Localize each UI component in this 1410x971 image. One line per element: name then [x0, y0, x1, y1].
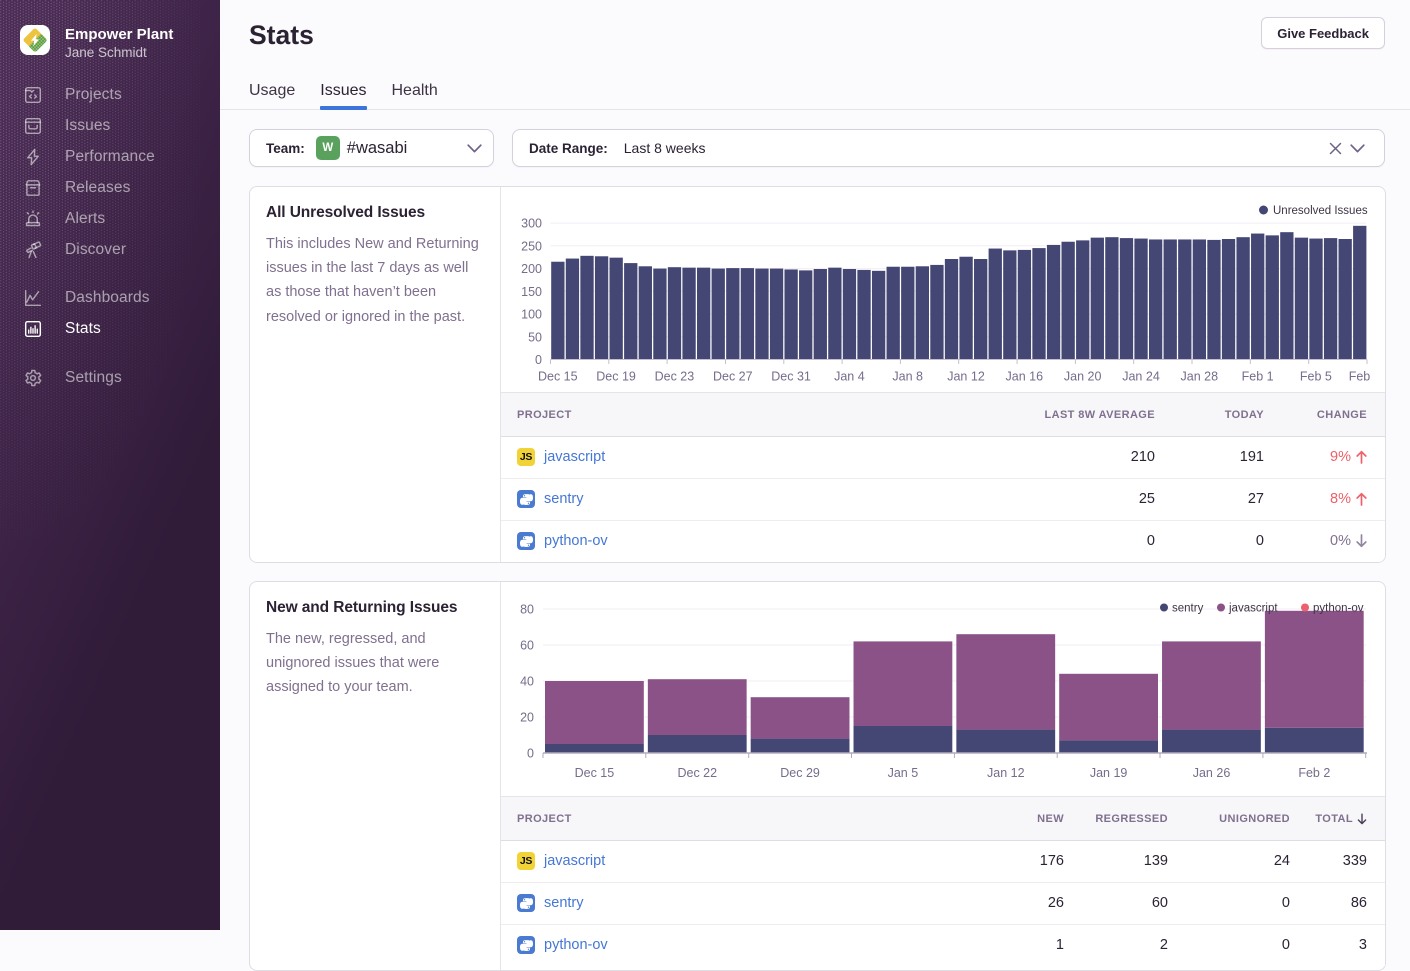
svg-text:60: 60	[520, 639, 534, 653]
svg-text:Jan 28: Jan 28	[1181, 369, 1219, 383]
svg-text:Jan 12: Jan 12	[987, 766, 1025, 780]
svg-text:Jan 4: Jan 4	[834, 369, 865, 383]
svg-text:Dec 29: Dec 29	[780, 766, 820, 780]
svg-text:250: 250	[521, 239, 542, 253]
svg-text:80: 80	[520, 603, 534, 617]
svg-text:Dec 31: Dec 31	[771, 369, 811, 383]
svg-text:Dec 27: Dec 27	[713, 369, 753, 383]
svg-text:300: 300	[521, 217, 542, 231]
svg-text:Dec 19: Dec 19	[596, 369, 636, 383]
svg-text:Jan 26: Jan 26	[1193, 766, 1231, 780]
svg-text:Jan 24: Jan 24	[1122, 369, 1160, 383]
svg-text:Jan 5: Jan 5	[888, 766, 919, 780]
svg-text:javascript: javascript	[1228, 603, 1278, 615]
svg-text:Dec 15: Dec 15	[538, 369, 578, 383]
svg-text:20: 20	[520, 711, 534, 725]
svg-text:Feb 1: Feb 1	[1242, 369, 1274, 383]
svg-text:Feb: Feb	[1349, 369, 1371, 383]
svg-text:0: 0	[535, 353, 542, 367]
svg-text:100: 100	[521, 308, 542, 322]
svg-text:Feb 2: Feb 2	[1298, 766, 1330, 780]
svg-text:Jan 16: Jan 16	[1006, 369, 1044, 383]
svg-text:Dec 23: Dec 23	[655, 369, 695, 383]
svg-text:Dec 15: Dec 15	[575, 766, 615, 780]
svg-text:200: 200	[521, 262, 542, 276]
svg-text:40: 40	[520, 675, 534, 689]
svg-text:Jan 20: Jan 20	[1064, 369, 1102, 383]
svg-text:Jan 12: Jan 12	[947, 369, 985, 383]
svg-text:Unresolved Issues: Unresolved Issues	[1273, 205, 1368, 217]
svg-text:Feb 5: Feb 5	[1300, 369, 1332, 383]
svg-text:sentry: sentry	[1172, 603, 1204, 615]
svg-text:50: 50	[528, 330, 542, 344]
svg-text:Dec 22: Dec 22	[677, 766, 717, 780]
svg-text:Jan 19: Jan 19	[1090, 766, 1128, 780]
svg-text:Jan 8: Jan 8	[892, 369, 923, 383]
svg-text:python-ov: python-ov	[1313, 603, 1364, 615]
svg-text:0: 0	[527, 747, 534, 761]
svg-text:150: 150	[521, 285, 542, 299]
